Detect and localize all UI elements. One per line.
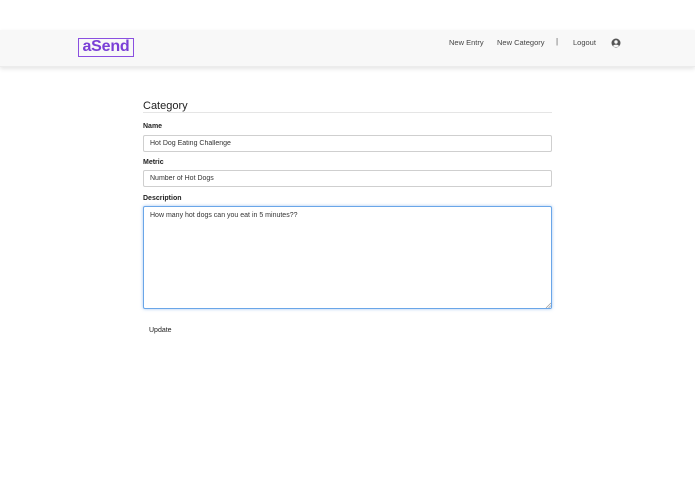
- name-label: Name: [143, 123, 163, 130]
- metric-input[interactable]: [143, 170, 552, 187]
- name-input[interactable]: [143, 135, 552, 152]
- update-button[interactable]: Update: [149, 327, 172, 334]
- description-textarea[interactable]: How many hot dogs can you eat in 5 minut…: [143, 206, 552, 309]
- logo[interactable]: aSend: [78, 38, 134, 57]
- nav-new-category-link[interactable]: New Category: [497, 38, 545, 47]
- nav-new-entry-link[interactable]: New Entry: [449, 38, 484, 47]
- nav-logout-link[interactable]: Logout: [573, 38, 596, 47]
- title-divider: [143, 112, 552, 113]
- resize-grip-icon[interactable]: [545, 302, 551, 308]
- nav-separator: |: [556, 37, 559, 46]
- page-title: Category: [143, 100, 188, 112]
- metric-label: Metric: [143, 159, 164, 166]
- top-navbar: aSend New Entry New Category | Logout: [0, 30, 695, 67]
- description-label: Description: [143, 195, 182, 202]
- user-circle-icon[interactable]: [611, 38, 621, 48]
